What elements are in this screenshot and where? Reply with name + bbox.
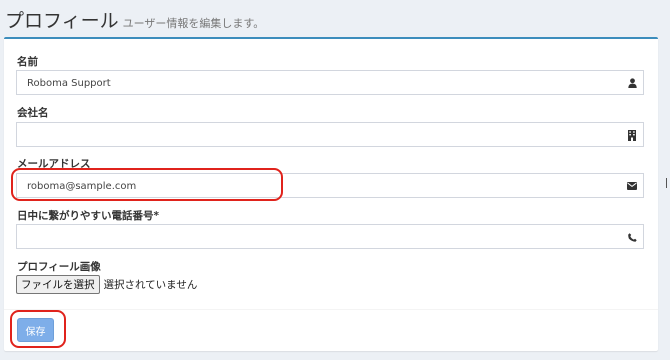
company-field-wrapper	[16, 122, 644, 147]
file-status-text: 選択されていません	[103, 279, 198, 291]
page-subtitle: ユーザー情報を編集します。	[122, 17, 265, 30]
name-label: 名前	[17, 56, 38, 68]
name-field-wrapper	[16, 70, 644, 95]
file-input: ファイルを選択 選択されていません	[16, 275, 197, 294]
email-label: メールアドレス	[17, 158, 91, 170]
page-title: プロフィール	[5, 10, 119, 32]
page-header: プロフィール ユーザー情報を編集します。	[5, 6, 264, 33]
box-footer-divider	[4, 309, 658, 310]
envelope-icon	[626, 180, 638, 192]
phone-field[interactable]	[17, 226, 577, 249]
building-icon	[626, 129, 638, 141]
email-field[interactable]	[17, 175, 577, 198]
phone-label: 日中に繋がりやすい電話番号*	[17, 210, 159, 222]
user-icon	[626, 77, 638, 89]
profile-form-box: 名前 会社名 メールアドレス 日中に繋がりやすい電話番号* プロフィール画像 フ…	[4, 37, 658, 351]
phone-field-wrapper	[16, 224, 644, 249]
scroll-edge-marker	[666, 178, 670, 188]
company-field[interactable]	[17, 124, 577, 147]
choose-file-button[interactable]: ファイルを選択	[16, 275, 100, 294]
name-field[interactable]	[17, 72, 577, 95]
profile-image-label: プロフィール画像	[17, 261, 101, 273]
email-field-wrapper	[16, 173, 644, 198]
company-label: 会社名	[17, 107, 49, 119]
phone-icon	[626, 231, 638, 243]
save-button[interactable]: 保存	[17, 318, 54, 342]
